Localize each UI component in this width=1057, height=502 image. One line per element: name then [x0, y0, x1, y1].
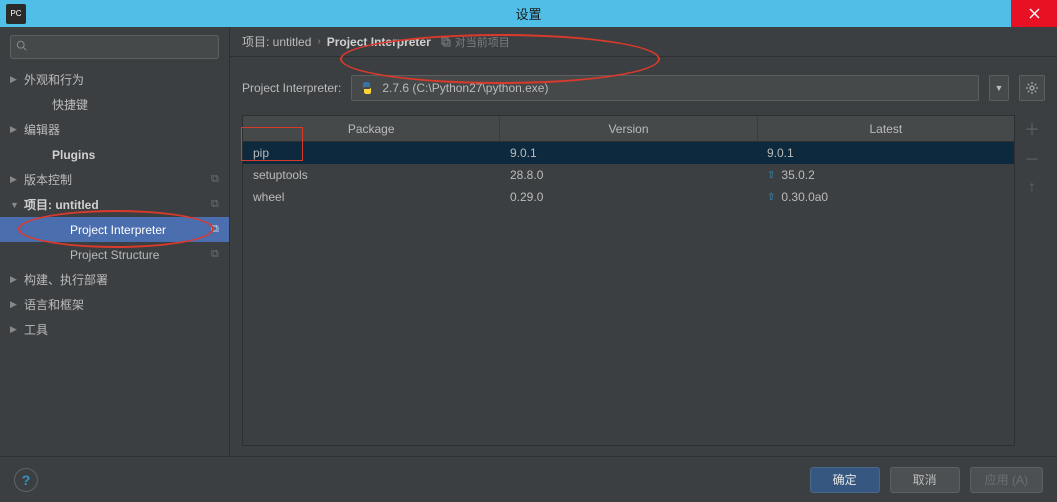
sidebar-item-label: Project Structure [70, 248, 211, 262]
column-latest[interactable]: Latest [758, 116, 1014, 141]
minus-icon: － [1024, 146, 1040, 170]
sidebar-item-label: 编辑器 [24, 121, 229, 138]
tree-arrow-icon: ▶ [10, 124, 24, 135]
sidebar-item[interactable]: ▶工具 [0, 317, 229, 342]
sidebar-item-label: 工具 [24, 321, 229, 338]
cell-text: 9.0.1 [510, 146, 537, 160]
copy-scope-icon: ⧉ [211, 198, 229, 211]
table-row[interactable]: setuptools 28.8.0 ⇧ 35.0.2 [243, 164, 1014, 186]
column-version[interactable]: Version [500, 116, 757, 141]
sidebar-item-label: Project Interpreter [70, 223, 211, 237]
breadcrumb-hint: 对当前项目 [441, 34, 510, 50]
table-cell: 28.8.0 [500, 168, 757, 182]
up-arrow-icon: ↑ [1028, 179, 1036, 197]
dialog-footer: ? 确定 取消 应用 (A) [0, 456, 1057, 502]
sidebar-item[interactable]: ▶构建、执行部署 [0, 267, 229, 292]
plus-icon: ＋ [1024, 116, 1040, 140]
python-icon [360, 81, 374, 95]
upgrade-package-button[interactable]: ↑ [1021, 177, 1043, 199]
packages-toolbar: ＋ － ↑ [1021, 115, 1045, 446]
copy-scope-icon: ⧉ [211, 173, 229, 186]
breadcrumb: 项目: untitled › Project Interpreter 对当前项目 [230, 27, 1057, 57]
sidebar-item-label: Plugins [52, 148, 229, 162]
sidebar-item-label: 外观和行为 [24, 71, 229, 88]
table-cell: wheel [243, 190, 500, 204]
upgrade-available-icon: ⇧ [767, 192, 775, 203]
close-button[interactable] [1011, 0, 1057, 27]
copy-scope-icon: ⧉ [211, 248, 229, 261]
sidebar-item-label: 项目: untitled [24, 196, 211, 213]
sidebar-item-label: 语言和框架 [24, 296, 229, 313]
window-title: 设置 [515, 4, 541, 23]
sidebar-item[interactable]: Project Structure⧉ [0, 242, 229, 267]
copy-icon [441, 37, 451, 47]
title-bar: PC 设置 [0, 0, 1057, 27]
settings-main-panel: 项目: untitled › Project Interpreter 对当前项目… [230, 27, 1057, 456]
interpreter-settings-button[interactable] [1019, 75, 1045, 101]
search-input[interactable] [10, 35, 219, 59]
sidebar-item-label: 快捷键 [52, 96, 229, 113]
interpreter-label: Project Interpreter: [242, 81, 341, 95]
interpreter-select[interactable]: 2.7.6 (C:\Python27\python.exe) [351, 75, 979, 101]
close-icon [1029, 8, 1040, 19]
help-button[interactable]: ? [14, 468, 38, 492]
settings-sidebar: ▶外观和行为快捷键▶编辑器Plugins▶版本控制⧉▼项目: untitled⧉… [0, 27, 230, 456]
cell-text: pip [253, 146, 269, 160]
tree-arrow-icon: ▶ [10, 324, 24, 335]
column-package[interactable]: Package [243, 116, 500, 141]
chevron-down-icon: ▼ [995, 83, 1004, 93]
tree-arrow-icon: ▶ [10, 299, 24, 310]
tree-arrow-icon: ▶ [10, 74, 24, 85]
interpreter-dropdown-button[interactable]: ▼ [989, 75, 1009, 101]
settings-tree: ▶外观和行为快捷键▶编辑器Plugins▶版本控制⧉▼项目: untitled⧉… [0, 65, 229, 456]
cell-text: setuptools [253, 168, 308, 182]
gear-icon [1025, 81, 1039, 95]
sidebar-item[interactable]: ▼项目: untitled⧉ [0, 192, 229, 217]
cell-text: 35.0.2 [781, 168, 814, 182]
sidebar-item[interactable]: ▶编辑器 [0, 117, 229, 142]
table-cell: pip [243, 146, 500, 160]
sidebar-item[interactable]: 快捷键 [0, 92, 229, 117]
table-row[interactable]: wheel 0.29.0 ⇧ 0.30.0a0 [243, 186, 1014, 208]
sidebar-item[interactable]: ▶外观和行为 [0, 67, 229, 92]
breadcrumb-project: 项目: untitled [242, 33, 311, 50]
table-cell: 0.29.0 [500, 190, 757, 204]
cell-text: 0.30.0a0 [781, 190, 828, 204]
tree-arrow-icon: ▼ [10, 200, 24, 210]
add-package-button[interactable]: ＋ [1021, 117, 1043, 139]
breadcrumb-page: Project Interpreter [327, 35, 431, 49]
packages-table: Package Version Latest pip 9.0.1 9.0.1 setu… [242, 115, 1015, 446]
sidebar-item[interactable]: Project Interpreter⧉ [0, 217, 229, 242]
copy-scope-icon: ⧉ [211, 223, 229, 236]
cell-text: 9.0.1 [767, 146, 794, 160]
cell-text: 28.8.0 [510, 168, 543, 182]
table-cell: ⇧ 35.0.2 [757, 168, 1014, 182]
table-cell: 9.0.1 [757, 146, 1014, 160]
table-row[interactable]: pip 9.0.1 9.0.1 [243, 142, 1014, 164]
table-cell: 9.0.1 [500, 146, 757, 160]
cancel-button[interactable]: 取消 [890, 467, 960, 493]
sidebar-item-label: 版本控制 [24, 171, 211, 188]
app-icon: PC [6, 4, 26, 24]
table-cell: setuptools [243, 168, 500, 182]
sidebar-item[interactable]: Plugins [0, 142, 229, 167]
table-cell: ⇧ 0.30.0a0 [757, 190, 1014, 204]
tree-arrow-icon: ▶ [10, 274, 24, 285]
tree-arrow-icon: ▶ [10, 174, 24, 185]
upgrade-available-icon: ⇧ [767, 170, 775, 181]
packages-header: Package Version Latest [243, 116, 1014, 142]
help-icon: ? [22, 472, 31, 488]
search-icon [16, 40, 28, 52]
breadcrumb-separator: › [317, 36, 320, 47]
cell-text: wheel [253, 190, 284, 204]
cell-text: 0.29.0 [510, 190, 543, 204]
sidebar-item[interactable]: ▶语言和框架 [0, 292, 229, 317]
ok-button[interactable]: 确定 [810, 467, 880, 493]
sidebar-item-label: 构建、执行部署 [24, 271, 229, 288]
apply-button[interactable]: 应用 (A) [970, 467, 1043, 493]
remove-package-button[interactable]: － [1021, 147, 1043, 169]
interpreter-value: 2.7.6 (C:\Python27\python.exe) [382, 81, 548, 95]
sidebar-item[interactable]: ▶版本控制⧉ [0, 167, 229, 192]
